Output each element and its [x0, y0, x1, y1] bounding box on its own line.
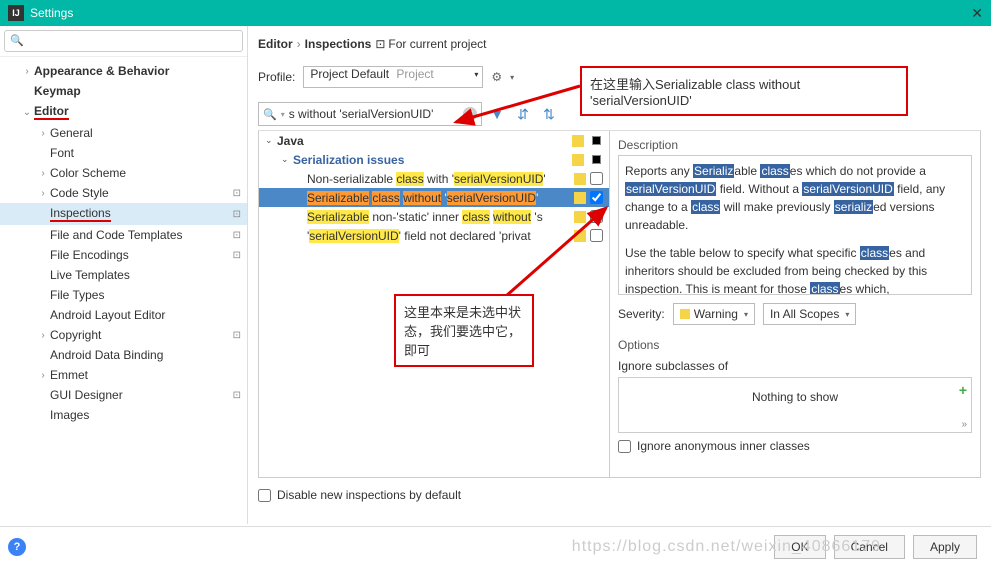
sidebar-item-emmet[interactable]: ›Emmet [0, 365, 247, 385]
sidebar-item-file-and-code-templates[interactable]: File and Code Templates⊡ [0, 225, 247, 245]
titlebar: IJ Settings ✕ [0, 0, 991, 26]
sidebar-item-editor[interactable]: ⌄Editor [0, 101, 247, 123]
filter-input[interactable] [289, 104, 459, 124]
more-icon[interactable]: » [961, 419, 967, 430]
ignore-subclasses-label: Ignore subclasses of [618, 359, 972, 373]
sidebar-item-android-data-binding[interactable]: Android Data Binding [0, 345, 247, 365]
sidebar-item-general[interactable]: ›General [0, 123, 247, 143]
sidebar: 🔍 ›Appearance & BehaviorKeymap⌄Editor›Ge… [0, 26, 248, 524]
chevron-right-icon: › [297, 37, 301, 51]
options-title: Options [618, 335, 972, 355]
sidebar-item-color-scheme[interactable]: ›Color Scheme [0, 163, 247, 183]
ignore-list[interactable]: Nothing to show + » [618, 377, 972, 433]
sidebar-item-copyright[interactable]: ›Copyright⊡ [0, 325, 247, 345]
insp-group[interactable]: ⌄Serialization issues [259, 150, 609, 169]
breadcrumb-a: Editor [258, 37, 293, 51]
annotation-2: 这里本来是未选中状态，我们要选中它，即可 [394, 294, 534, 367]
sidebar-item-file-types[interactable]: File Types [0, 285, 247, 305]
close-icon[interactable]: ✕ [971, 5, 983, 22]
sidebar-item-code-style[interactable]: ›Code Style⊡ [0, 183, 247, 203]
add-icon[interactable]: + [959, 382, 967, 398]
sidebar-item-android-layout-editor[interactable]: Android Layout Editor [0, 305, 247, 325]
sidebar-item-appearance-behavior[interactable]: ›Appearance & Behavior [0, 61, 247, 81]
sidebar-item-images[interactable]: Images [0, 405, 247, 425]
sidebar-item-file-encodings[interactable]: File Encodings⊡ [0, 245, 247, 265]
annotation-1: 在这里输入Serializable class without 'serialV… [580, 66, 908, 116]
desc-box: Reports any Serializable classes which d… [618, 155, 972, 295]
watermark: https://blog.csdn.net/weixin_40866179 [572, 538, 881, 556]
ignore-anon-checkbox[interactable] [618, 440, 631, 453]
sidebar-item-font[interactable]: Font [0, 143, 247, 163]
app-icon: IJ [8, 5, 24, 21]
inspection-detail: Description Reports any Serializable cla… [610, 131, 981, 478]
severity-label: Severity: [618, 307, 665, 321]
sidebar-item-live-templates[interactable]: Live Templates [0, 265, 247, 285]
disable-new-checkbox[interactable] [258, 489, 271, 502]
chevron-down-icon[interactable]: ▾ [281, 110, 285, 119]
breadcrumb-scope: ⊡For current project [375, 37, 486, 51]
breadcrumb: Editor › Inspections ⊡For current projec… [258, 32, 981, 56]
insp-row[interactable]: Non-serializable class with 'serialVersi… [259, 169, 609, 188]
severity-row: Severity: Warning▾ In All Scopes▾ [618, 303, 972, 325]
desc-title: Description [618, 135, 972, 155]
profile-label: Profile: [258, 70, 295, 84]
settings-tree: ›Appearance & BehaviorKeymap⌄Editor›Gene… [0, 57, 247, 524]
insp-checkbox[interactable] [590, 172, 603, 185]
search-icon: 🔍 [263, 108, 277, 121]
sidebar-item-inspections[interactable]: Inspections⊡ [0, 203, 247, 225]
search-icon: 🔍 [10, 34, 24, 47]
scope-dropdown[interactable]: In All Scopes▾ [763, 303, 856, 325]
window-title: Settings [30, 6, 971, 20]
breadcrumb-b: Inspections [305, 37, 372, 51]
severity-dropdown[interactable]: Warning▾ [673, 303, 755, 325]
sidebar-item-keymap[interactable]: Keymap [0, 81, 247, 101]
sidebar-item-gui-designer[interactable]: GUI Designer⊡ [0, 385, 247, 405]
disable-new-row: Disable new inspections by default [258, 484, 981, 506]
apply-button[interactable]: Apply [913, 535, 977, 559]
sidebar-search-wrap: 🔍 [0, 26, 247, 57]
ignore-anon-row: Ignore anonymous inner classes [618, 439, 972, 453]
sidebar-search-input[interactable] [4, 30, 243, 52]
help-icon[interactable]: ? [8, 538, 26, 556]
